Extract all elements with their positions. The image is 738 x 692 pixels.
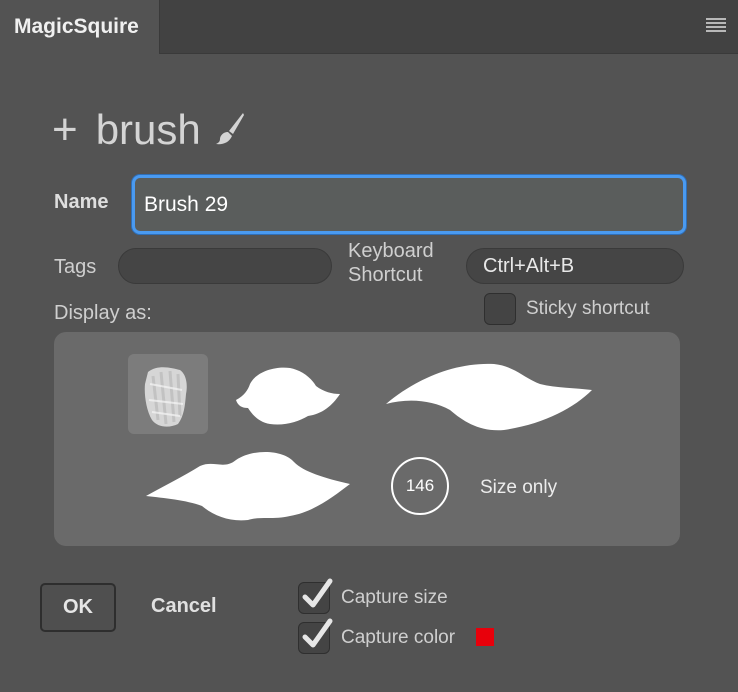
brush-size-option[interactable]: 146	[391, 457, 449, 515]
tags-input[interactable]	[118, 248, 332, 284]
checkmark-icon	[302, 578, 333, 608]
shortcut-label-line2: Shortcut	[348, 264, 423, 286]
sticky-shortcut-label: Sticky shortcut	[526, 298, 650, 319]
shortcut-label-line1: Keyboard	[348, 240, 434, 262]
brush-stroke-sweep-icon	[146, 451, 350, 521]
title-plus: +	[52, 105, 78, 154]
capture-size-checkbox[interactable]	[298, 578, 333, 614]
brush-stroke-taper-icon	[386, 363, 592, 431]
page-title: + brush	[52, 108, 245, 152]
panel-header: MagicSquire	[0, 0, 738, 54]
name-input[interactable]	[132, 175, 686, 234]
capture-color-checkbox[interactable]	[298, 618, 333, 654]
capture-color-swatch[interactable]	[476, 628, 494, 646]
ok-button[interactable]: OK	[40, 583, 116, 632]
display-as-label: Display as:	[54, 302, 152, 324]
brush-tip-texture-icon	[144, 367, 187, 427]
checkmark-icon	[302, 618, 333, 648]
paintbrush-icon	[215, 113, 244, 145]
hamburger-menu-icon[interactable]	[706, 18, 726, 32]
brush-stroke-option-1[interactable]	[232, 362, 342, 428]
tags-label: Tags	[54, 256, 97, 278]
brush-stroke-option-2[interactable]	[384, 358, 594, 434]
cancel-button[interactable]: Cancel	[151, 595, 217, 618]
panel-tab[interactable]: MagicSquire	[0, 0, 160, 54]
brush-stroke-blob-icon	[236, 367, 340, 425]
panel-tab-title: MagicSquire	[14, 15, 139, 38]
size-only-option[interactable]: Size only	[480, 477, 557, 499]
shortcut-input[interactable]	[466, 248, 684, 284]
capture-size-label: Capture size	[341, 587, 448, 608]
sticky-shortcut-checkbox[interactable]	[484, 293, 516, 325]
brush-stroke-option-3[interactable]	[144, 446, 354, 526]
name-label: Name	[54, 191, 109, 213]
capture-color-label: Capture color	[341, 627, 456, 648]
title-text: brush	[95, 106, 201, 153]
brush-tip-preview-option[interactable]	[128, 354, 208, 434]
